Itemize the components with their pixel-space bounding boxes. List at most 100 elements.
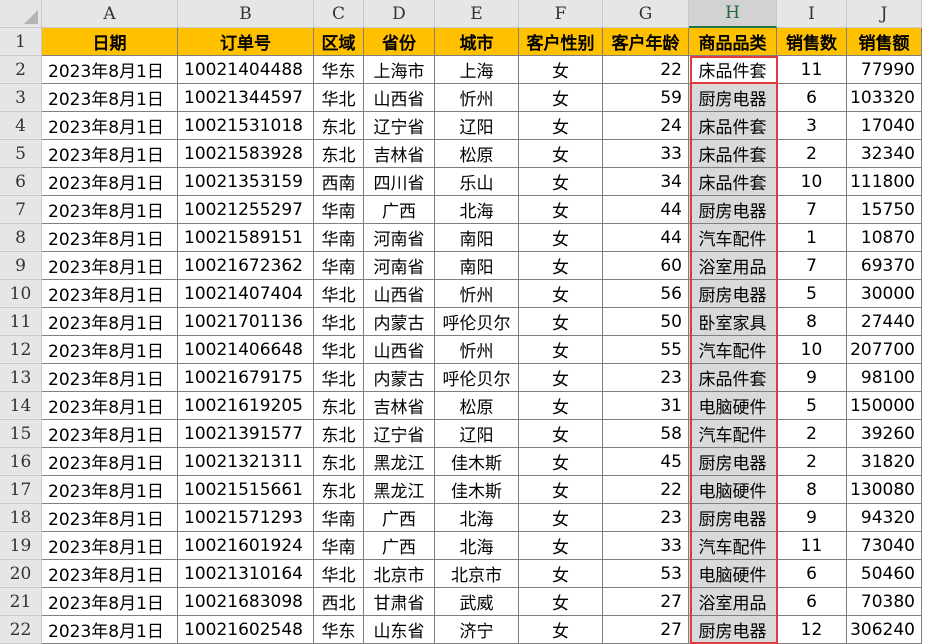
cell-j8[interactable]: 10870 (847, 224, 922, 252)
cell-e8[interactable]: 南阳 (435, 224, 519, 252)
cell-h20[interactable]: 电脑硬件 (689, 560, 777, 588)
cell-f20[interactable]: 女 (519, 560, 603, 588)
cell-e12[interactable]: 忻州 (435, 336, 519, 364)
cell-f22[interactable]: 女 (519, 616, 603, 644)
cell-i21[interactable]: 6 (777, 588, 847, 616)
cell-c8[interactable]: 华南 (314, 224, 364, 252)
cell-d6[interactable]: 四川省 (364, 168, 435, 196)
cell-b8[interactable]: 10021589151 (178, 224, 314, 252)
header-cell-d[interactable]: 省份 (364, 28, 435, 56)
cell-h8[interactable]: 汽车配件 (689, 224, 777, 252)
cell-e15[interactable]: 辽阳 (435, 420, 519, 448)
cell-d17[interactable]: 黑龙江 (364, 476, 435, 504)
cell-g7[interactable]: 44 (603, 196, 689, 224)
cell-a3[interactable]: 2023年8月1日 (42, 84, 178, 112)
cell-f13[interactable]: 女 (519, 364, 603, 392)
cell-b22[interactable]: 10021602548 (178, 616, 314, 644)
row-header-12[interactable]: 12 (0, 336, 42, 364)
column-header-b[interactable]: B (178, 0, 314, 28)
cell-i11[interactable]: 8 (777, 308, 847, 336)
cell-d21[interactable]: 甘肃省 (364, 588, 435, 616)
cell-i4[interactable]: 3 (777, 112, 847, 140)
cell-b3[interactable]: 10021344597 (178, 84, 314, 112)
cell-g11[interactable]: 50 (603, 308, 689, 336)
row-header-21[interactable]: 21 (0, 588, 42, 616)
column-header-f[interactable]: F (519, 0, 603, 28)
cell-e14[interactable]: 松原 (435, 392, 519, 420)
column-header-g[interactable]: G (603, 0, 689, 28)
cell-d4[interactable]: 辽宁省 (364, 112, 435, 140)
cell-h10[interactable]: 厨房电器 (689, 280, 777, 308)
cell-e2[interactable]: 上海 (435, 56, 519, 84)
cell-e19[interactable]: 北海 (435, 532, 519, 560)
cell-d5[interactable]: 吉林省 (364, 140, 435, 168)
cell-j16[interactable]: 31820 (847, 448, 922, 476)
cell-g4[interactable]: 24 (603, 112, 689, 140)
cell-c21[interactable]: 西北 (314, 588, 364, 616)
cell-a9[interactable]: 2023年8月1日 (42, 252, 178, 280)
row-header-5[interactable]: 5 (0, 140, 42, 168)
cell-h22[interactable]: 厨房电器 (689, 616, 777, 644)
cell-a8[interactable]: 2023年8月1日 (42, 224, 178, 252)
cell-j5[interactable]: 32340 (847, 140, 922, 168)
cell-g9[interactable]: 60 (603, 252, 689, 280)
row-header-20[interactable]: 20 (0, 560, 42, 588)
cell-i12[interactable]: 10 (777, 336, 847, 364)
cell-h15[interactable]: 汽车配件 (689, 420, 777, 448)
cell-d16[interactable]: 黑龙江 (364, 448, 435, 476)
cell-e18[interactable]: 北海 (435, 504, 519, 532)
cell-j4[interactable]: 17040 (847, 112, 922, 140)
cell-g16[interactable]: 45 (603, 448, 689, 476)
cell-i2[interactable]: 11 (777, 56, 847, 84)
row-header-9[interactable]: 9 (0, 252, 42, 280)
cell-i9[interactable]: 7 (777, 252, 847, 280)
cell-f6[interactable]: 女 (519, 168, 603, 196)
cell-i19[interactable]: 11 (777, 532, 847, 560)
cell-a22[interactable]: 2023年8月1日 (42, 616, 178, 644)
cell-f9[interactable]: 女 (519, 252, 603, 280)
cell-a11[interactable]: 2023年8月1日 (42, 308, 178, 336)
cell-a15[interactable]: 2023年8月1日 (42, 420, 178, 448)
cell-a21[interactable]: 2023年8月1日 (42, 588, 178, 616)
cell-j14[interactable]: 150000 (847, 392, 922, 420)
row-header-3[interactable]: 3 (0, 84, 42, 112)
cell-c13[interactable]: 华北 (314, 364, 364, 392)
cell-e16[interactable]: 佳木斯 (435, 448, 519, 476)
cell-a18[interactable]: 2023年8月1日 (42, 504, 178, 532)
cell-i7[interactable]: 7 (777, 196, 847, 224)
cell-e7[interactable]: 北海 (435, 196, 519, 224)
cell-h5[interactable]: 床品件套 (689, 140, 777, 168)
cell-c9[interactable]: 华南 (314, 252, 364, 280)
cell-b11[interactable]: 10021701136 (178, 308, 314, 336)
cell-c5[interactable]: 东北 (314, 140, 364, 168)
cell-e6[interactable]: 乐山 (435, 168, 519, 196)
cell-j15[interactable]: 39260 (847, 420, 922, 448)
cell-e21[interactable]: 武威 (435, 588, 519, 616)
cell-j6[interactable]: 111800 (847, 168, 922, 196)
cell-f10[interactable]: 女 (519, 280, 603, 308)
cell-a19[interactable]: 2023年8月1日 (42, 532, 178, 560)
cell-h7[interactable]: 厨房电器 (689, 196, 777, 224)
cell-a5[interactable]: 2023年8月1日 (42, 140, 178, 168)
cell-d13[interactable]: 内蒙古 (364, 364, 435, 392)
cell-g8[interactable]: 44 (603, 224, 689, 252)
cell-h18[interactable]: 厨房电器 (689, 504, 777, 532)
column-header-a[interactable]: A (42, 0, 178, 28)
cell-g2[interactable]: 22 (603, 56, 689, 84)
cell-i20[interactable]: 6 (777, 560, 847, 588)
cell-a14[interactable]: 2023年8月1日 (42, 392, 178, 420)
cell-g19[interactable]: 33 (603, 532, 689, 560)
row-header-16[interactable]: 16 (0, 448, 42, 476)
header-cell-e[interactable]: 城市 (435, 28, 519, 56)
cell-d22[interactable]: 山东省 (364, 616, 435, 644)
cell-j9[interactable]: 69370 (847, 252, 922, 280)
cell-f4[interactable]: 女 (519, 112, 603, 140)
cell-i10[interactable]: 5 (777, 280, 847, 308)
cell-c18[interactable]: 华南 (314, 504, 364, 532)
header-cell-g[interactable]: 客户年龄 (603, 28, 689, 56)
cell-j19[interactable]: 73040 (847, 532, 922, 560)
cell-i3[interactable]: 6 (777, 84, 847, 112)
cell-g6[interactable]: 34 (603, 168, 689, 196)
cell-g13[interactable]: 23 (603, 364, 689, 392)
cell-e11[interactable]: 呼伦贝尔 (435, 308, 519, 336)
